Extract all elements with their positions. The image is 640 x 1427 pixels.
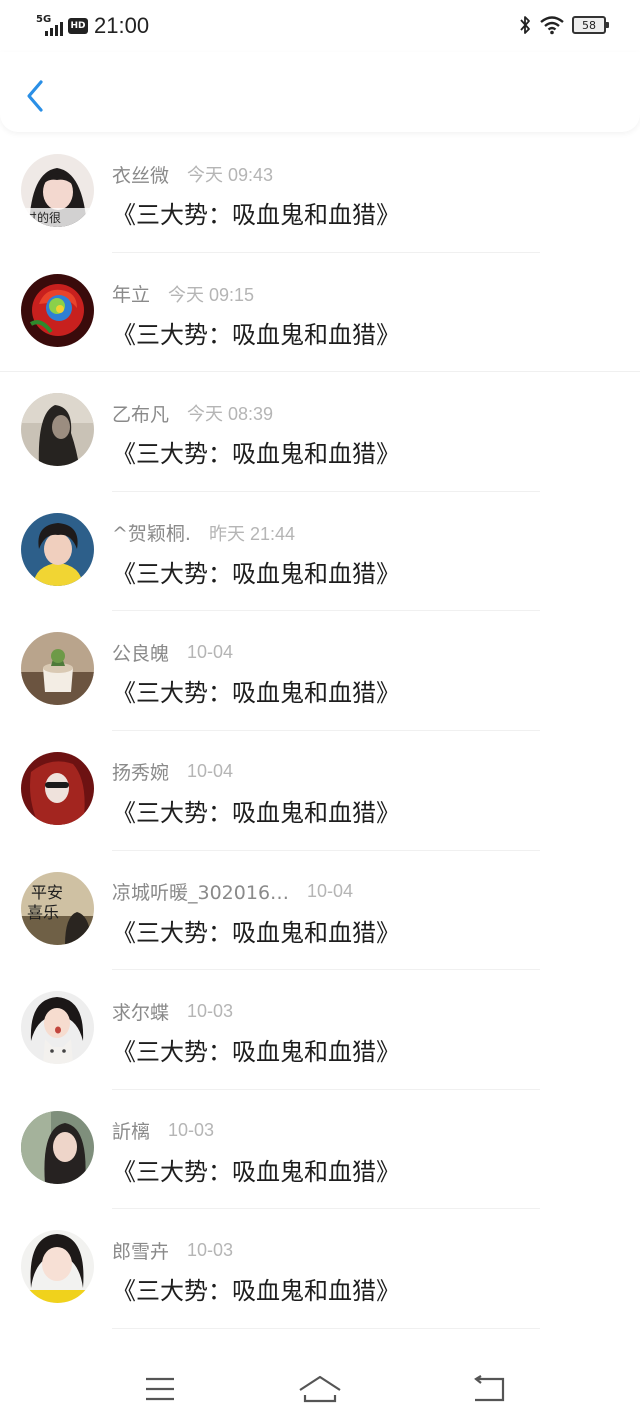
comment-meta: ^贺颖桐. 昨天 21:44 bbox=[112, 520, 295, 546]
svg-text:过的很: 过的很 bbox=[25, 210, 61, 225]
comment-meta: 乙布凡 今天 08:39 bbox=[112, 400, 273, 426]
list-item[interactable]: 过的很 衣丝微 今天 09:43 《三大势：吸血鬼和血猎》 bbox=[0, 133, 640, 253]
avatar[interactable] bbox=[21, 1110, 94, 1184]
user-name[interactable]: 凉城听暖_302016… bbox=[112, 878, 289, 905]
comment-title[interactable]: 《三大势：吸血鬼和血猎》 bbox=[112, 1032, 400, 1067]
home-icon bbox=[299, 1375, 341, 1403]
comment-meta: 求尔蝶 10-03 bbox=[112, 998, 233, 1024]
chevron-left-icon bbox=[27, 80, 43, 112]
comment-time: 今天 08:39 bbox=[187, 404, 274, 425]
avatar[interactable] bbox=[21, 632, 94, 706]
comment-meta: 凉城听暖_302016… 10-04 bbox=[112, 879, 353, 905]
user-name[interactable]: 乙布凡 bbox=[112, 400, 169, 427]
svg-text:喜乐: 喜乐 bbox=[27, 903, 59, 922]
comment-time: 10-04 bbox=[307, 881, 354, 902]
list-item[interactable]: 求尔蝶 10-03 《三大势：吸血鬼和血猎》 bbox=[0, 970, 640, 1090]
comment-meta: 扬秀婉 10-04 bbox=[112, 759, 233, 785]
comment-title[interactable]: 《三大势：吸血鬼和血猎》 bbox=[112, 793, 400, 828]
back-nav-button[interactable] bbox=[468, 1372, 508, 1406]
back-icon bbox=[474, 1375, 505, 1402]
avatar[interactable] bbox=[21, 273, 94, 347]
list-item[interactable]: 公良魄 10-04 《三大势：吸血鬼和血猎》 bbox=[0, 611, 640, 731]
comment-title[interactable]: 《三大势：吸血鬼和血猎》 bbox=[112, 315, 400, 350]
comment-time: 昨天 21:44 bbox=[208, 523, 296, 544]
comment-meta: 年立 今天 09:15 bbox=[112, 281, 254, 307]
comment-title[interactable]: 《三大势：吸血鬼和血猎》 bbox=[112, 1271, 400, 1306]
home-button[interactable] bbox=[298, 1372, 342, 1406]
list-item[interactable]: 郎雪卉 10-03 《三大势：吸血鬼和血猎》 bbox=[0, 1209, 640, 1329]
comment-time: 10-03 bbox=[168, 1120, 215, 1141]
user-name[interactable]: 衣丝微 bbox=[112, 161, 169, 188]
avatar[interactable] bbox=[21, 751, 94, 825]
avatar[interactable] bbox=[21, 991, 94, 1065]
comment-time: 10-03 bbox=[187, 1239, 234, 1260]
comment-title[interactable]: 《三大势：吸血鬼和血猎》 bbox=[112, 1152, 400, 1187]
signal-icon: 5G bbox=[36, 14, 66, 38]
status-time: 21:00 bbox=[94, 13, 150, 38]
comment-meta: 衣丝微 今天 09:43 bbox=[112, 161, 273, 187]
system-nav-bar bbox=[0, 1350, 640, 1427]
list-item[interactable]: ^贺颖桐. 昨天 21:44 《三大势：吸血鬼和血猎》 bbox=[0, 492, 640, 612]
avatar[interactable]: 平安 喜乐 bbox=[21, 871, 94, 945]
comment-time: 今天 09:15 bbox=[168, 284, 255, 305]
comment-time: 10-04 bbox=[187, 641, 234, 662]
avatar[interactable]: 过的很 bbox=[21, 154, 94, 227]
comment-meta: 郎雪卉 10-03 bbox=[112, 1237, 233, 1263]
status-left: 5G HD 21:00 bbox=[36, 12, 149, 40]
comment-meta: 公良魄 10-04 bbox=[112, 639, 233, 665]
comment-list: 过的很 衣丝微 今天 09:43 《三大势：吸血鬼和血猎》 年立 今天 09:1… bbox=[0, 133, 640, 1427]
comment-time: 10-03 bbox=[187, 1000, 234, 1021]
comment-title[interactable]: 《三大势：吸血鬼和血猎》 bbox=[112, 554, 400, 589]
list-item[interactable]: 平安 喜乐 凉城听暖_302016… 10-04 《三大势：吸血鬼和血猎》 bbox=[0, 851, 640, 971]
comment-time: 10-04 bbox=[187, 761, 234, 782]
battery-icon: 58 bbox=[572, 16, 609, 34]
status-bar: 5G HD 21:00 58 bbox=[0, 0, 640, 52]
list-item[interactable]: 乙布凡 今天 08:39 《三大势：吸血鬼和血猎》 bbox=[0, 372, 640, 492]
menu-icon bbox=[146, 1377, 174, 1401]
avatar[interactable] bbox=[21, 1230, 94, 1304]
comment-title[interactable]: 《三大势：吸血鬼和血猎》 bbox=[112, 434, 400, 469]
hd-badge: HD bbox=[68, 18, 88, 34]
bluetooth-icon bbox=[520, 16, 530, 34]
avatar[interactable] bbox=[21, 512, 94, 586]
comment-title[interactable]: 《三大势：吸血鬼和血猎》 bbox=[112, 673, 400, 708]
comment-meta: 訢樆 10-03 bbox=[112, 1118, 214, 1144]
list-item[interactable]: 扬秀婉 10-04 《三大势：吸血鬼和血猎》 bbox=[0, 731, 640, 851]
user-name[interactable]: 郎雪卉 bbox=[112, 1237, 169, 1264]
wifi-icon bbox=[540, 16, 564, 35]
svg-text:平安: 平安 bbox=[31, 883, 63, 902]
user-name[interactable]: 訢樆 bbox=[112, 1117, 150, 1144]
user-name[interactable]: ^贺颖桐. bbox=[112, 519, 191, 546]
comment-time: 今天 09:43 bbox=[187, 165, 274, 185]
status-right: 58 bbox=[518, 14, 609, 36]
comment-title[interactable]: 《三大势：吸血鬼和血猎》 bbox=[112, 195, 400, 230]
list-item[interactable]: 訢樆 10-03 《三大势：吸血鬼和血猎》 bbox=[0, 1090, 640, 1210]
list-item[interactable]: 年立 今天 09:15 《三大势：吸血鬼和血猎》 bbox=[0, 253, 640, 373]
avatar[interactable] bbox=[21, 393, 94, 467]
back-button[interactable] bbox=[20, 76, 50, 116]
comment-title[interactable]: 《三大势：吸血鬼和血猎》 bbox=[112, 913, 400, 948]
user-name[interactable]: 扬秀婉 bbox=[112, 758, 169, 785]
user-name[interactable]: 求尔蝶 bbox=[112, 998, 169, 1025]
menu-button[interactable] bbox=[140, 1372, 180, 1406]
user-name[interactable]: 年立 bbox=[112, 280, 150, 307]
user-name[interactable]: 公良魄 bbox=[112, 639, 169, 666]
top-nav-bar bbox=[0, 52, 640, 132]
